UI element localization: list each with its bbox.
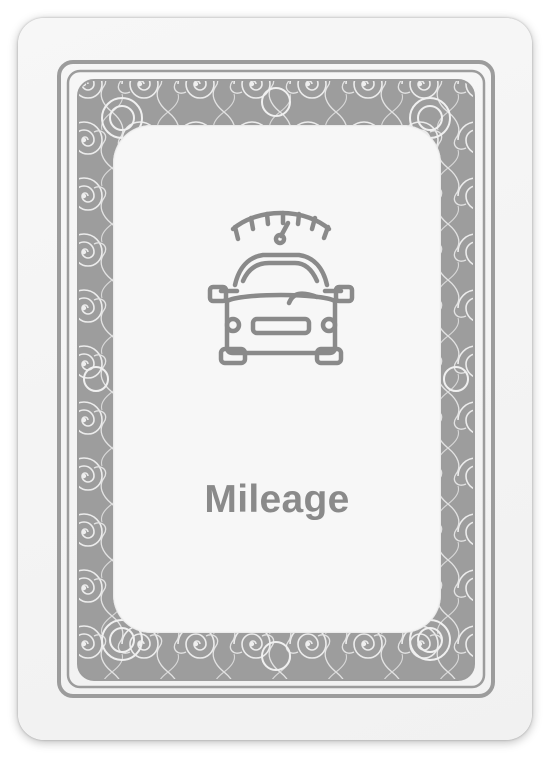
- stage: Mileage: [0, 0, 552, 758]
- car-speedometer-icon: [207, 210, 355, 366]
- card-face-panel: [113, 125, 441, 633]
- card-title: Mileage: [204, 478, 350, 521]
